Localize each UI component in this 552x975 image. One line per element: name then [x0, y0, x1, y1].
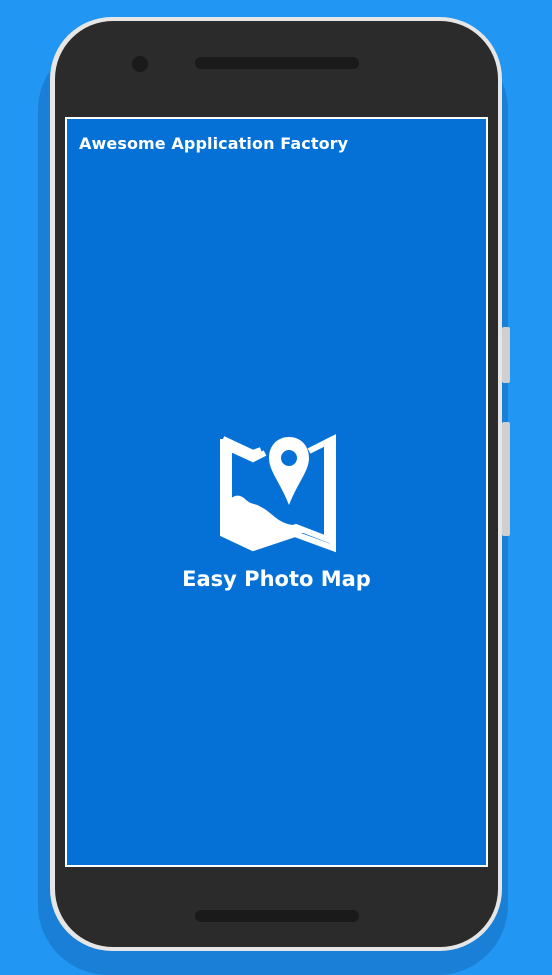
power-button [502, 422, 510, 536]
app-name: Easy Photo Map [182, 567, 371, 591]
photo-map-pin-icon [220, 434, 336, 553]
mockup-stage: Awesome Application Factory Easy Photo M… [0, 0, 552, 975]
earpiece-speaker [195, 57, 359, 69]
company-name: Awesome Application Factory [79, 134, 349, 153]
splash-screen[interactable]: Awesome Application Factory Easy Photo M… [65, 117, 488, 867]
volume-button [502, 327, 510, 383]
front-camera [132, 56, 148, 72]
bottom-speaker [195, 910, 359, 922]
